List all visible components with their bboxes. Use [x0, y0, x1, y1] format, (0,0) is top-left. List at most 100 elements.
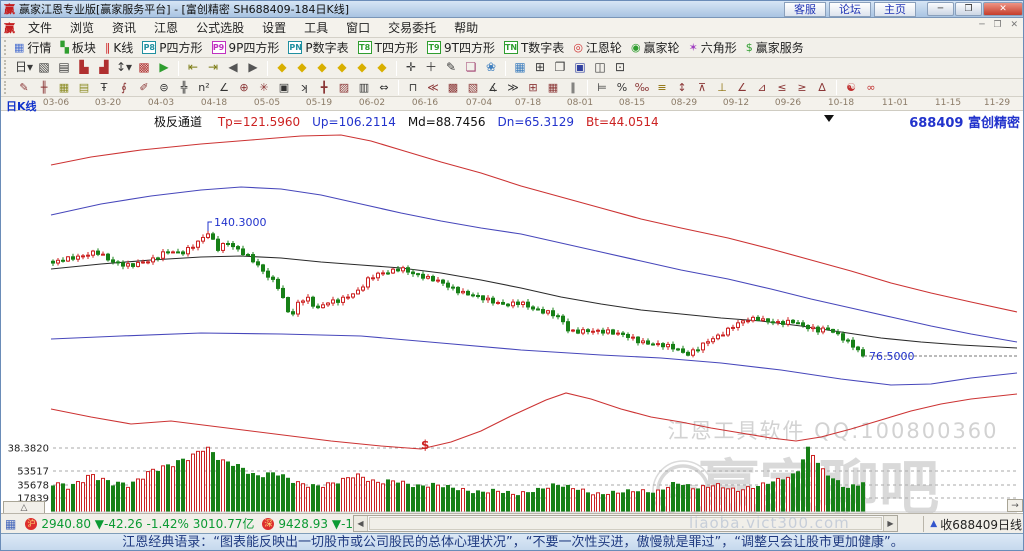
winner-wheel-button[interactable]: ◉ 赢家轮	[631, 39, 680, 56]
market-grid-icon[interactable]: ▦	[5, 517, 16, 531]
range-tool[interactable]: ↕	[672, 80, 692, 96]
star-burst-tool[interactable]: ✳	[254, 80, 274, 96]
gann-diamond-6[interactable]: ◆	[372, 59, 392, 77]
menu-资讯[interactable]: 资讯	[103, 19, 145, 36]
draw-pen[interactable]: ✎	[441, 59, 461, 77]
column-grid-tool[interactable]: ▥	[354, 80, 374, 96]
save-disk-icon[interactable]: ▣	[570, 59, 590, 77]
menu-窗口[interactable]: 窗口	[337, 19, 379, 36]
zoom-in-candle[interactable]: ▟	[94, 59, 114, 77]
arc-tool[interactable]: ⊓	[403, 80, 423, 96]
time-divider-tool[interactable]: Ŧ	[94, 80, 114, 96]
sectors-button[interactable]: ▚ 板块	[60, 39, 95, 56]
t-square-button[interactable]: T8 T四方形	[357, 39, 418, 56]
close-button[interactable]: ✕	[983, 2, 1023, 16]
titlebar-button-客服[interactable]: 客服	[784, 1, 826, 17]
n-square-tool[interactable]: n²	[194, 80, 214, 96]
minimize-button[interactable]: ─	[927, 2, 954, 16]
grid-plus-tool[interactable]: ⊞	[523, 80, 543, 96]
trend-pen-tool[interactable]: ✐	[134, 80, 154, 96]
bottom-marker-tool[interactable]: ⊥	[712, 80, 732, 96]
levels-tool[interactable]: ≡	[652, 80, 672, 96]
menu-交易委托[interactable]: 交易委托	[379, 19, 445, 36]
first-bar[interactable]: ⇤	[183, 59, 203, 77]
next-bar[interactable]: ▶	[243, 59, 263, 77]
gann-grid-tool[interactable]: ▦	[54, 80, 74, 96]
menu-公式选股[interactable]: 公式选股	[187, 19, 253, 36]
gann-diamond-4[interactable]: ◆	[332, 59, 352, 77]
market-index-1[interactable]: 沪 2940.80 ▼-42.26 -1.42% 3010.77亿	[21, 515, 258, 532]
ratio-table-tool[interactable]: ⊨	[592, 80, 612, 96]
calendar-icon[interactable]: ▦	[510, 59, 530, 77]
label-tag[interactable]: ❏	[461, 59, 481, 77]
layout-save-icon[interactable]: ❐	[550, 59, 570, 77]
scroll-left-button[interactable]: ◀	[354, 516, 368, 531]
printer-icon[interactable]: ◫	[590, 59, 610, 77]
p-number-button[interactable]: PN P数字表	[288, 39, 349, 56]
menu-浏览[interactable]: 浏览	[61, 19, 103, 36]
k-marker-tool[interactable]: ʞ	[294, 80, 314, 96]
chart-horizontal-scrollbar[interactable]: ◀ ▶	[353, 515, 898, 532]
scrollbar-thumb[interactable]	[369, 517, 882, 530]
fan-right-tool[interactable]: ≫	[503, 80, 523, 96]
prev-bar[interactable]: ◀	[223, 59, 243, 77]
indicator-window[interactable]: ▩	[134, 59, 154, 77]
drag-hand[interactable]: ✛	[401, 59, 421, 77]
zoom-out-candle[interactable]: ▙	[74, 59, 94, 77]
grid-fill-tool[interactable]: ▦	[543, 80, 563, 96]
kline-chart[interactable]: 财赢江恩工具软件 QQ:100800360赢家聊吧38.382053517356…	[1, 111, 1024, 513]
menu-帮助[interactable]: 帮助	[445, 19, 487, 36]
red-cross-tool[interactable]: ╋	[314, 80, 334, 96]
percent-tool[interactable]: %	[612, 80, 632, 96]
yinyang-tool[interactable]: ☯	[841, 80, 861, 96]
scroll-right-button[interactable]: ▶	[883, 516, 897, 531]
gann-line-tool[interactable]: ╫	[34, 80, 54, 96]
hatch-grid-tool[interactable]: ▧	[463, 80, 483, 96]
gann-box-tool[interactable]: ▤	[74, 80, 94, 96]
gann-diamond-2[interactable]: ◆	[292, 59, 312, 77]
dense-grid-tool[interactable]: ╬	[174, 80, 194, 96]
top-marker-tool[interactable]: ⊼	[692, 80, 712, 96]
pencil-tool[interactable]: ✎	[14, 80, 34, 96]
parallel-lines-tool[interactable]: ∥	[563, 80, 583, 96]
right-triangle-tool[interactable]: ⊿	[752, 80, 772, 96]
target-circle-tool[interactable]: ⊕	[234, 80, 254, 96]
cycle-circle-tool[interactable]: ⊜	[154, 80, 174, 96]
menu-工具[interactable]: 工具	[295, 19, 337, 36]
menu-设置[interactable]: 设置	[253, 19, 295, 36]
box-chart-tool[interactable]: ▣	[274, 80, 294, 96]
period-selector[interactable]: 日▾	[14, 59, 34, 77]
p9-square-button[interactable]: P9 9P四方形	[211, 39, 279, 56]
scale-selector[interactable]: ↕▾	[114, 59, 134, 77]
quote-panel[interactable]: ▤	[54, 59, 74, 77]
fill-grid-tool[interactable]: ▩	[443, 80, 463, 96]
gann-wheel-button[interactable]: ◎ 江恩轮	[573, 39, 622, 56]
winner-service-button[interactable]: $ 赢家服务	[746, 39, 804, 56]
width-marker-tool[interactable]: ⇔	[374, 80, 394, 96]
angle-line-tool[interactable]: ∠	[732, 80, 752, 96]
gann-diamond-5[interactable]: ◆	[352, 59, 372, 77]
less-angle-tool[interactable]: ≤	[772, 80, 792, 96]
delta-tool[interactable]: ∆	[812, 80, 832, 96]
flower-tool[interactable]: ❀	[481, 59, 501, 77]
gann-diamond-1[interactable]: ◆	[272, 59, 292, 77]
greater-angle-tool[interactable]: ≥	[792, 80, 812, 96]
gann-diamond-3[interactable]: ◆	[312, 59, 332, 77]
titlebar-button-论坛[interactable]: 论坛	[829, 1, 871, 17]
p-square-button[interactable]: P8 P四方形	[142, 39, 203, 56]
chart-arrow-button[interactable]: →	[1007, 499, 1023, 512]
mdi-window-controls[interactable]: ─ ❐ ✕	[979, 20, 1021, 30]
hexagon-button[interactable]: ✶ 六角形	[689, 39, 737, 56]
kline-button[interactable]: ‖ K线	[105, 39, 133, 56]
shade-grid-tool[interactable]: ▨	[334, 80, 354, 96]
spiral-tool[interactable]: ∮	[114, 80, 134, 96]
quotes-button[interactable]: ▦ 行情	[14, 39, 51, 56]
angle-tool[interactable]: ∠	[214, 80, 234, 96]
chart-style[interactable]: ▧	[34, 59, 54, 77]
fan-left-tool[interactable]: ≪	[423, 80, 443, 96]
measured-angle-tool[interactable]: ∡	[483, 80, 503, 96]
computer-icon[interactable]: ⊡	[610, 59, 630, 77]
permille-tool[interactable]: ‰	[632, 80, 652, 96]
last-bar[interactable]: ⇥	[203, 59, 223, 77]
crosshair[interactable]: ＋	[421, 59, 441, 77]
